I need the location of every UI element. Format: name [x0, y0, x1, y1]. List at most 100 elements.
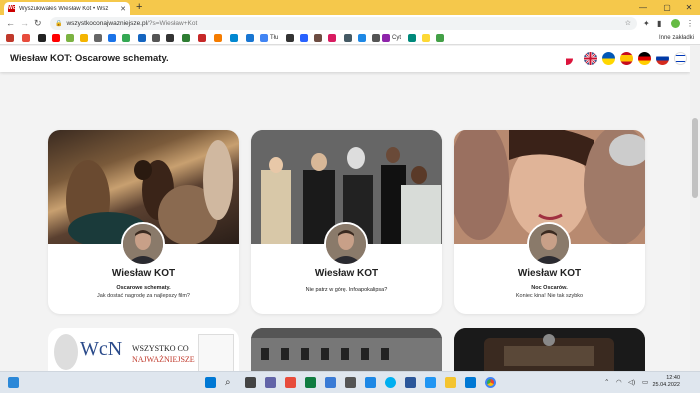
- flag-germany-icon[interactable]: [638, 52, 651, 65]
- start-icon[interactable]: [205, 377, 216, 388]
- card-title[interactable]: Oscarowe schematy.: [48, 285, 239, 291]
- flag-russia-icon[interactable]: [656, 52, 669, 65]
- flag-uk-icon[interactable]: [584, 52, 597, 65]
- article-card[interactable]: Wiesław KOT Nie patrz w górę. Infoapokal…: [251, 130, 442, 314]
- scrollbar-thumb[interactable]: [692, 118, 698, 198]
- sidebar-icon[interactable]: ▮: [657, 18, 661, 29]
- bookmark-icon[interactable]: [138, 34, 146, 42]
- task-view-icon[interactable]: [245, 377, 256, 388]
- card-subtitle[interactable]: Koniec kina! Nie tak szybko: [454, 293, 645, 299]
- volume-icon[interactable]: ◁): [628, 378, 635, 387]
- bookmark-icon[interactable]: [314, 34, 322, 42]
- site-favicon-icon: WcN: [8, 5, 20, 12]
- site-header: Wiesław KOT: Oscarowe schematy.: [0, 46, 690, 72]
- chrome-icon[interactable]: [485, 377, 496, 388]
- browser-toolbar: ← → ↻ 🔒 wszystkoconajwazniejsze.pl /?s=W…: [0, 15, 700, 32]
- avatar: [527, 222, 571, 266]
- wifi-icon[interactable]: ◠: [616, 378, 622, 387]
- card-subtitle[interactable]: Jak dostać nagrodę za najlepszy film?: [48, 293, 239, 299]
- card-title[interactable]: Noc Oscarów.: [454, 285, 645, 291]
- bookmarks-bar: Tłu Cyt Inne zakładki: [0, 32, 700, 45]
- excel-icon[interactable]: [305, 377, 316, 388]
- minimize-icon[interactable]: —: [632, 0, 654, 15]
- tab-title: Wyszukiwałeś Wiesław Kot • Wsz: [19, 5, 109, 12]
- flag-ukraine-icon[interactable]: [602, 52, 615, 65]
- bookmark-icon[interactable]: [230, 34, 238, 42]
- file-explorer-icon[interactable]: [445, 377, 456, 388]
- calculator-icon[interactable]: [345, 377, 356, 388]
- flag-israel-icon[interactable]: [674, 52, 687, 65]
- bookmark-icon[interactable]: [382, 34, 390, 42]
- avatar: [121, 222, 165, 266]
- bookmark-icon[interactable]: [80, 34, 88, 42]
- address-bar[interactable]: 🔒 wszystkoconajwazniejsze.pl /?s=Wiesław…: [50, 17, 637, 30]
- bookmark-icon[interactable]: [22, 34, 30, 42]
- menu-dots-icon[interactable]: ⋮: [686, 18, 694, 29]
- close-window-icon[interactable]: ✕: [678, 0, 700, 15]
- card-author: Wiesław KOT: [517, 268, 582, 279]
- wikipedia-icon[interactable]: [94, 34, 102, 42]
- app-icon[interactable]: [285, 377, 296, 388]
- search-icon[interactable]: ⌕: [225, 377, 236, 388]
- browser-tab[interactable]: WcN Wyszukiwałeś Wiesław Kot • Wsz ✕: [4, 2, 130, 15]
- mail-icon[interactable]: [465, 377, 476, 388]
- url-host: wszystkoconajwazniejsze.pl: [66, 20, 148, 27]
- battery-icon[interactable]: ▭: [642, 378, 648, 387]
- app-icon[interactable]: [365, 377, 376, 388]
- web-page: Wiesław KOT: Oscarowe schematy. Wiesław …: [0, 46, 690, 371]
- bookmark-icon[interactable]: [358, 34, 366, 42]
- bookmark-icon[interactable]: [408, 34, 416, 42]
- bookmark-icon[interactable]: [6, 34, 14, 42]
- bookmark-icon[interactable]: [422, 34, 430, 42]
- article-card[interactable]: [251, 328, 442, 371]
- bookmark-icon[interactable]: [38, 34, 46, 42]
- site-logo-mark: WcN: [80, 338, 123, 360]
- forward-arrow-icon[interactable]: →: [20, 17, 29, 30]
- back-arrow-icon[interactable]: ←: [6, 17, 15, 30]
- close-tab-icon[interactable]: ✕: [120, 5, 126, 13]
- bookmark-icon[interactable]: [108, 34, 116, 42]
- card-subtitle[interactable]: Nie patrz w górę. Infoapokalipsa?: [251, 287, 442, 293]
- bookmark-icon[interactable]: [166, 34, 174, 42]
- article-card[interactable]: Wiesław KOT Noc Oscarów. Koniec kina! Ni…: [454, 130, 645, 314]
- article-card[interactable]: Wiesław KOT Oscarowe schematy. Jak dosta…: [48, 130, 239, 314]
- bookmark-icon[interactable]: [286, 34, 294, 42]
- app-icon[interactable]: [325, 377, 336, 388]
- bookmark-icon[interactable]: [344, 34, 352, 42]
- bookmark-icon[interactable]: [214, 34, 222, 42]
- youtube-icon[interactable]: [52, 34, 60, 42]
- article-card[interactable]: WcN WSZYSTKO CO NAJWAŻNIEJSZE: [48, 328, 239, 371]
- teams-icon[interactable]: [265, 377, 276, 388]
- bookmark-label[interactable]: Tłu: [270, 34, 278, 42]
- word-icon[interactable]: [405, 377, 416, 388]
- bookmark-icon[interactable]: [198, 34, 206, 42]
- tray-chevron-icon[interactable]: ⌃: [604, 378, 609, 387]
- maximize-icon[interactable]: ▢: [656, 0, 678, 15]
- reload-icon[interactable]: ↻: [34, 17, 42, 30]
- widgets-icon[interactable]: [8, 377, 19, 388]
- bookmark-icon[interactable]: [372, 34, 380, 42]
- bookmark-icon[interactable]: [300, 34, 308, 42]
- bookmark-icon[interactable]: [182, 34, 190, 42]
- bookmark-icon[interactable]: [246, 34, 254, 42]
- portrait-sketch-icon: [54, 334, 78, 370]
- bookmark-icon[interactable]: [66, 34, 74, 42]
- bookmark-label[interactable]: Cyt: [392, 34, 401, 42]
- bookmark-icon[interactable]: [436, 34, 444, 42]
- skype-icon[interactable]: [385, 377, 396, 388]
- profile-avatar-icon[interactable]: [671, 19, 680, 28]
- system-clock[interactable]: 12:40 25.04.2022: [652, 375, 680, 389]
- other-bookmarks[interactable]: Inne zakładki: [659, 34, 694, 42]
- maps-icon[interactable]: [122, 34, 130, 42]
- flag-spain-icon[interactable]: [620, 52, 633, 65]
- flag-poland-icon[interactable]: [566, 52, 573, 65]
- page-scrollbar[interactable]: [690, 46, 700, 371]
- app-icon[interactable]: [425, 377, 436, 388]
- bookmark-icon[interactable]: [328, 34, 336, 42]
- bookmark-icon[interactable]: [152, 34, 160, 42]
- bookmark-star-icon[interactable]: ☆: [625, 19, 631, 27]
- new-tab-button[interactable]: +: [136, 1, 142, 13]
- article-card[interactable]: [454, 328, 645, 371]
- extensions-icon[interactable]: ✦: [643, 18, 650, 29]
- translate-icon[interactable]: [260, 34, 268, 42]
